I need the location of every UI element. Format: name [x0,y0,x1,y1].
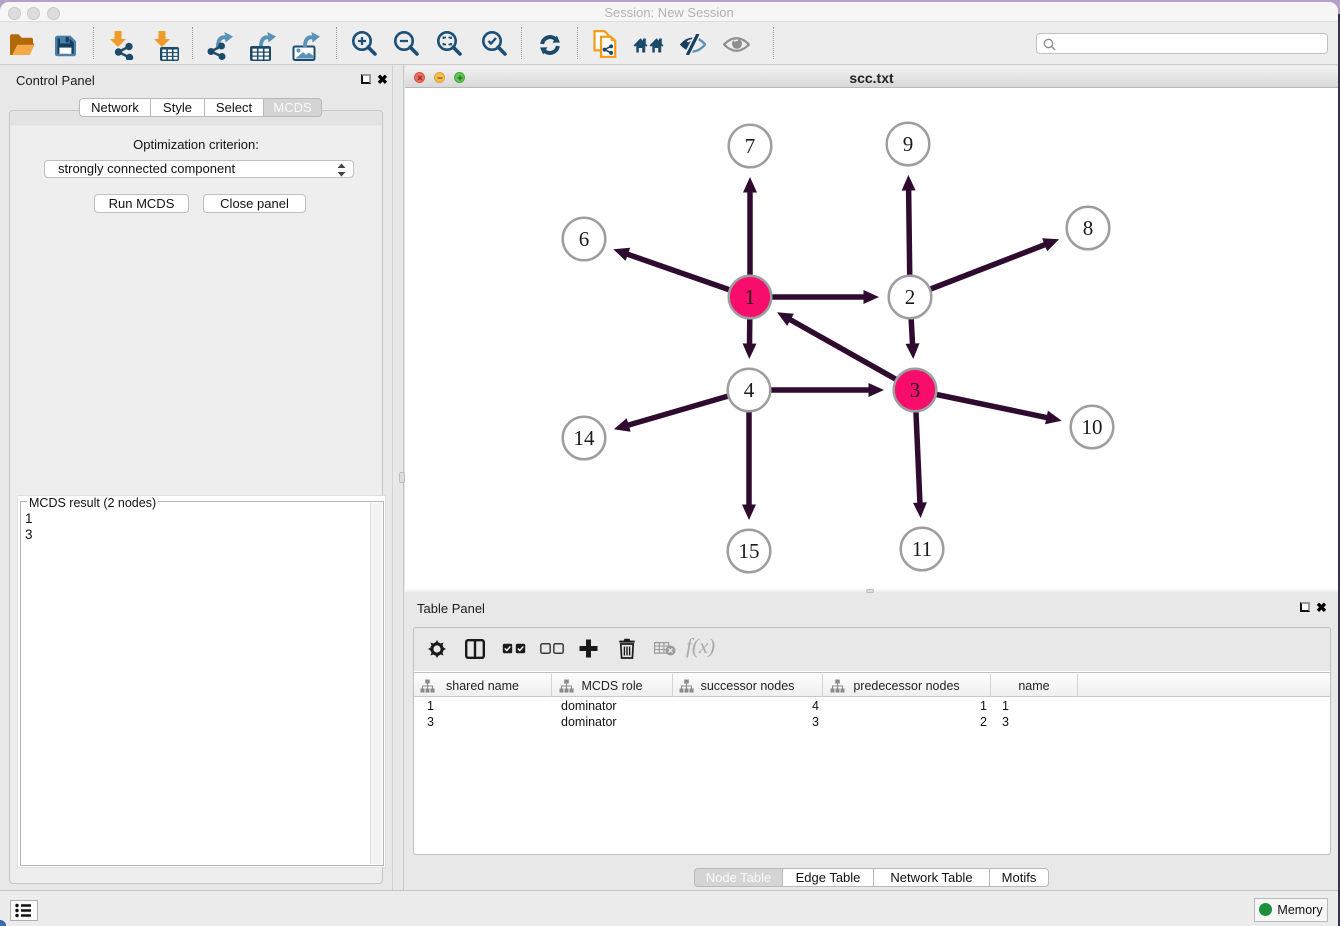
svg-text:7: 7 [745,134,756,158]
svg-text:9: 9 [903,132,914,156]
svg-text:2: 2 [905,285,916,309]
svg-text:8: 8 [1083,216,1094,240]
svg-text:10: 10 [1082,415,1103,439]
svg-text:6: 6 [579,227,590,251]
svg-text:1: 1 [745,285,756,309]
svg-text:3: 3 [910,378,921,402]
svg-text:14: 14 [574,426,596,450]
svg-text:11: 11 [912,537,932,561]
svg-text:4: 4 [744,378,755,402]
svg-text:15: 15 [739,539,760,563]
